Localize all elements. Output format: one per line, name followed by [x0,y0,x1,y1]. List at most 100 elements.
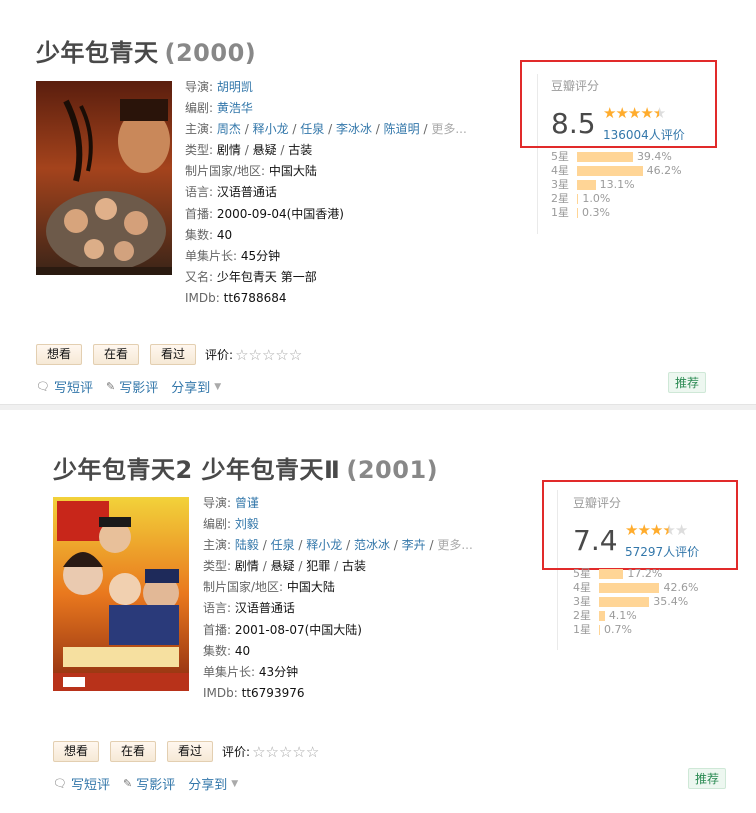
rating-bar-percent: 1.0% [582,192,611,205]
subject-card-2: 少年包青天2 少年包青天Ⅱ (2001) 导演: 曾谨 编剧: 刘毅 主演: 陆… [0,410,756,813]
rating-votes-link[interactable]: 136004人评价 [603,126,685,143]
rating-bar-row: 2星 1.0% [551,192,721,206]
rating-bar-label: 2星 [573,609,591,622]
rating-bar-percent: 35.4% [653,595,689,608]
info-imdb: IMDb: tt6793976 [203,685,305,700]
watched-button[interactable]: 看过 [167,741,214,762]
watching-button[interactable]: 在看 [110,741,157,762]
star-icon: ★ [649,521,663,539]
writer-link[interactable]: 黄浩华 [217,101,253,115]
rating-bar [599,597,650,607]
rating-bar-row: 3星 35.4% [573,595,743,609]
cast-link[interactable]: 任泉 [300,122,324,136]
rating-bar-label: 2星 [551,192,569,205]
cast-link[interactable]: 任泉 [271,538,295,552]
want-button[interactable]: 想看 [53,741,100,762]
star-icon: ★ [674,521,688,539]
cast-link[interactable]: 李冰冰 [336,122,372,136]
cast-more-link[interactable]: 更多... [437,538,472,552]
rating-bar-label: 5星 [573,567,591,580]
rating-bar-row: 3星 13.1% [551,178,721,192]
info-director: 导演: 曾谨 [203,496,259,510]
rating-breakdown: 5星 17.2% 4星 42.6% 3星 35.4% 2星 4.1% 1星 0.7% [573,567,743,637]
rating-bar-label: 4星 [551,164,569,177]
rating-bar-label: 1星 [551,206,569,219]
user-rating-stars[interactable]: ☆☆☆☆☆ [235,346,302,364]
cast-link[interactable]: 范冰冰 [354,538,390,552]
info-episodes: 集数: 40 [203,643,251,658]
short-review-link[interactable]: 🗨 写短评 [36,377,93,396]
info-aka: 又名: 少年包青天 第一部 [185,269,317,284]
info-cast: 主演: 陆毅 / 任泉 / 释小龙 / 范冰冰 / 李卉 / 更多... [203,538,473,553]
rating-bar-percent: 13.1% [599,178,635,191]
info-premiere: 首播: 2001-08-07(中国大陆) [203,622,362,637]
review-link[interactable]: ✎ 写影评 [106,377,158,396]
pencil-icon: ✎ [122,777,133,790]
rating-title: 豆瓣评分 [573,496,622,510]
rating-stars: ★★★★★ [603,104,666,122]
cast-link[interactable]: 释小龙 [253,122,289,136]
rating-bar-label: 3星 [573,595,591,608]
link-bar: 🗨 写短评 ✎ 写影评 分享到 ▼ [36,377,234,396]
recommend-button[interactable]: 推荐 [688,768,727,789]
title-year: (2000) [164,39,257,67]
rating-bar-percent: 0.7% [604,623,632,636]
director-link[interactable]: 曾谨 [235,496,259,510]
share-link[interactable]: 分享到 ▼ [188,774,238,793]
rating-bar-row: 1星 0.7% [573,623,743,637]
poster-image[interactable] [53,497,189,691]
info-imdb: IMDb: tt6788684 [185,290,287,305]
rating-bar-row: 4星 46.2% [551,164,721,178]
info-writer: 编剧: 黄浩华 [185,101,253,116]
rating-bar [577,194,579,204]
rating-bar [577,152,633,162]
info-genre: 类型: 剧情 / 悬疑 / 犯罪 / 古装 [203,559,366,574]
rating-votes-link[interactable]: 57297人评价 [625,543,699,560]
review-link[interactable]: ✎ 写影评 [123,774,175,793]
rating-bar-percent: 39.4% [636,150,672,163]
title-text: 少年包青天 [36,39,159,67]
cast-link[interactable]: 李卉 [402,538,426,552]
rating-breakdown: 5星 39.4% 4星 46.2% 3星 13.1% 2星 1.0% 1星 0.3% [551,150,721,220]
rating-bar-percent: 4.1% [608,609,637,622]
info-premiere: 首播: 2000-09-04(中国香港) [185,206,344,221]
watching-button[interactable]: 在看 [93,344,140,365]
cast-link[interactable]: 释小龙 [306,538,342,552]
title-text: 少年包青天2 少年包青天Ⅱ [53,456,341,484]
rating-bar-label: 4星 [573,581,591,594]
cast-link[interactable]: 周杰 [217,122,241,136]
share-link[interactable]: 分享到 ▼ [171,377,221,396]
recommend-button[interactable]: 推荐 [668,372,707,393]
user-rating-stars[interactable]: ☆☆☆☆☆ [252,743,319,761]
director-link[interactable]: 胡明凯 [217,80,253,94]
rating-bar-label: 1星 [573,623,591,636]
rating-bar [577,208,578,218]
rating-bar-percent: 46.2% [646,164,682,177]
info-director: 导演: 胡明凯 [185,80,253,94]
info-episodes: 集数: 40 [185,227,233,242]
rating-summary: 豆瓣评分 7.4 ★★★★★ 57297人评价 [573,494,751,564]
poster-image[interactable] [36,81,172,275]
info-country: 制片国家/地区: 中国大陆 [185,164,317,179]
rating-bar-row: 4星 42.6% [573,581,743,595]
cast-link[interactable]: 陆毅 [235,538,259,552]
rating-bar-row: 1星 0.3% [551,206,721,220]
pencil-icon: ✎ [105,380,116,393]
watched-button[interactable]: 看过 [150,344,197,365]
want-button[interactable]: 想看 [36,344,83,365]
cast-more-link[interactable]: 更多... [431,122,466,136]
rating-bar-percent: 0.3% [582,206,610,219]
short-review-link[interactable]: 🗨 写短评 [53,774,110,793]
rating-title: 豆瓣评分 [551,79,600,93]
rating-bar [599,611,605,621]
cast-link[interactable]: 陈道明 [384,122,420,136]
star-icon: ★ [637,521,650,539]
writer-link[interactable]: 刘毅 [235,517,259,531]
chevron-down-icon: ▼ [231,778,239,789]
rating-score: 8.5 [551,107,596,140]
rating-bar-row: 2星 4.1% [573,609,743,623]
star-icon: ★ [652,104,666,122]
rating-bar [577,180,596,190]
info-writer: 编剧: 刘毅 [203,517,259,532]
info-panel: 导演: 曾谨 编剧: 刘毅 主演: 陆毅 / 任泉 / 释小龙 / 范冰冰 / … [203,493,473,704]
